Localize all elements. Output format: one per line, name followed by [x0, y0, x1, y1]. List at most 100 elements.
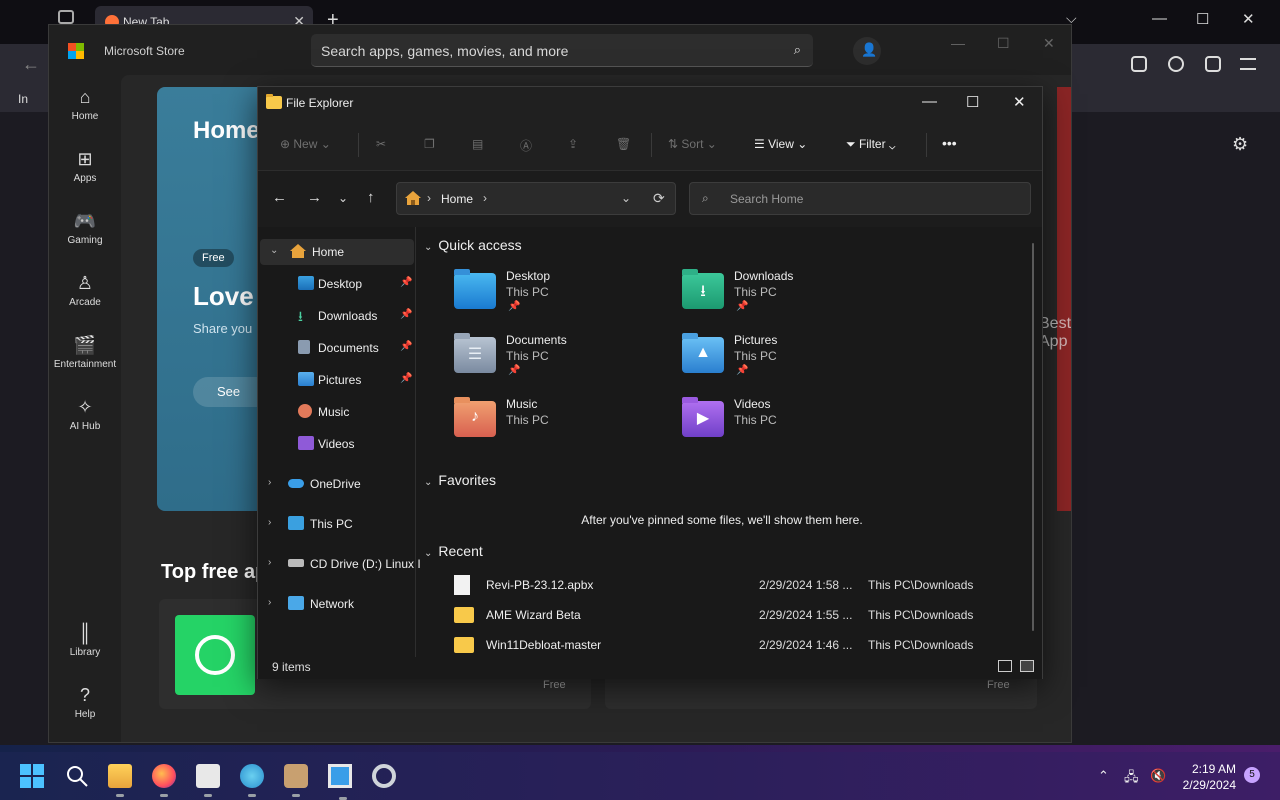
close-button[interactable]: ✕ [1242, 10, 1255, 28]
tab-list-button[interactable] [58, 10, 74, 24]
nav-gaming[interactable]: 🎮 Gaming [49, 209, 121, 246]
nav-help[interactable]: ? Help [49, 683, 121, 720]
tiles-view-icon[interactable] [1020, 660, 1034, 672]
nav-documents[interactable]: Documents 📌 [258, 335, 416, 361]
quick-access-videos[interactable]: ▶ Videos This PC [682, 397, 882, 451]
nav-pictures[interactable]: Pictures 📌 [258, 367, 416, 393]
music-folder-icon: ♪ [454, 397, 496, 437]
store-close-button[interactable]: ✕ [1043, 35, 1055, 52]
minimize-button[interactable]: — [1152, 10, 1167, 27]
details-view-icon[interactable] [998, 660, 1012, 672]
vertical-scrollbar[interactable] [1032, 243, 1034, 631]
nav-arcade[interactable]: ♙ Arcade [49, 271, 121, 308]
app-window-taskbar-icon[interactable] [328, 764, 352, 800]
view-button[interactable]: ☰ View ⌄ [754, 137, 807, 151]
nav-onedrive[interactable]: › OneDrive [258, 471, 416, 497]
package-taskbar-icon[interactable] [284, 764, 308, 797]
nav-network[interactable]: › Network [258, 591, 416, 617]
expand-chevron-icon[interactable]: › [268, 477, 271, 488]
recent-header[interactable]: ⌄ Recent [424, 543, 483, 559]
settings-gear-taskbar-icon[interactable] [372, 764, 396, 788]
taskbar-search-icon[interactable] [65, 764, 89, 788]
explorer-maximize-button[interactable]: ☐ [966, 93, 979, 111]
cut-icon[interactable]: ✂ [376, 137, 386, 151]
file-explorer-taskbar-icon[interactable] [108, 764, 132, 797]
recent-row[interactable]: Revi-PB-23.12.apbx 2/29/2024 1:58 ... Th… [454, 575, 1034, 597]
section-label: Recent [438, 543, 483, 559]
quick-access-desktop[interactable]: Desktop This PC 📌 [454, 269, 654, 323]
up-arrow-icon[interactable]: ↑ [367, 189, 375, 206]
copy-icon[interactable]: ❐ [424, 137, 435, 151]
nav-videos[interactable]: Videos [258, 431, 416, 457]
pocket-icon[interactable] [1131, 56, 1147, 72]
top-free-heading: Top free ap [161, 561, 268, 583]
recent-location: This PC\Downloads [868, 638, 974, 652]
nav-downloads[interactable]: ⭳ Downloads 📌 [258, 303, 416, 329]
expand-chevron-icon[interactable]: › [268, 557, 271, 568]
extensions-icon[interactable] [1205, 56, 1221, 72]
explorer-close-button[interactable]: ✕ [1013, 93, 1026, 111]
store-minimize-button[interactable]: — [951, 35, 965, 51]
quick-access-music[interactable]: ♪ Music This PC [454, 397, 654, 451]
search-icon[interactable]: ⌕ [794, 42, 801, 58]
store-maximize-button[interactable]: ☐ [997, 35, 1010, 52]
nav-home[interactable]: ⌄ Home [260, 239, 414, 265]
bookmark-item[interactable]: In [18, 92, 28, 106]
rename-icon[interactable]: Ⓐ [520, 137, 532, 154]
nav-entertainment[interactable]: 🎬 Entertainment [49, 333, 121, 370]
paste-icon[interactable]: ▤ [472, 137, 483, 151]
account-button[interactable]: 👤 [853, 37, 881, 65]
nav-this-pc[interactable]: › This PC [258, 511, 416, 537]
notification-badge[interactable]: 5 [1244, 767, 1260, 783]
quick-access-documents[interactable]: ☰ Documents This PC 📌 [454, 333, 654, 387]
explorer-minimize-button[interactable]: — [922, 93, 937, 110]
start-windows-icon[interactable] [20, 764, 44, 788]
nav-apps[interactable]: ⊞ Apps [49, 147, 121, 184]
expand-chevron-icon[interactable]: › [268, 597, 271, 608]
nav-cd-drive[interactable]: › CD Drive (D:) Linux I [258, 551, 421, 577]
nav-library[interactable]: ║ Library [49, 621, 121, 658]
address-dropdown-icon[interactable]: ⌄ [621, 191, 631, 205]
quick-access-pictures[interactable]: ▲ Pictures This PC 📌 [682, 333, 882, 387]
back-arrow-icon[interactable]: ← [272, 189, 287, 206]
expand-chevron-icon[interactable]: › [268, 517, 271, 528]
quick-access-downloads[interactable]: ⭳ Downloads This PC 📌 [682, 269, 882, 323]
clock[interactable]: 2:19 AM 2/29/2024 [1180, 761, 1236, 793]
promo-card[interactable] [1057, 87, 1071, 511]
delete-icon[interactable]: 🗑 [616, 137, 631, 151]
nav-music[interactable]: Music [258, 399, 416, 425]
settings-gear-icon[interactable]: ⚙ [1232, 134, 1248, 155]
nav-desktop[interactable]: Desktop 📌 [258, 271, 416, 297]
firefox-taskbar-icon[interactable] [152, 764, 176, 797]
quick-access-header[interactable]: ⌄ Quick access [424, 237, 522, 253]
show-hidden-icons-chevron-icon[interactable]: ⌃ [1098, 768, 1109, 784]
breadcrumb[interactable]: Home [441, 192, 473, 206]
address-bar[interactable]: › Home › ⌄ ⟳ [396, 182, 676, 215]
volume-muted-icon[interactable]: 🔇 [1150, 768, 1166, 784]
sort-button[interactable]: ⇅ Sort ⌄ [668, 137, 717, 151]
share-icon[interactable]: ⇪ [568, 137, 578, 151]
store-taskbar-icon[interactable] [196, 764, 220, 797]
nav-ai-hub[interactable]: ✧ AI Hub [49, 395, 121, 432]
network-tray-icon[interactable]: 🖧 [1124, 768, 1139, 790]
forward-arrow-icon[interactable]: → [307, 189, 322, 206]
expand-chevron-icon[interactable]: ⌄ [270, 245, 278, 256]
search-box[interactable]: ⌕ Search Home [689, 182, 1031, 215]
nav-label: Home [71, 111, 99, 122]
browser-globe-taskbar-icon[interactable] [240, 764, 264, 797]
filter-button[interactable]: ⏷ Filter ⌄ [846, 137, 895, 152]
recent-row[interactable]: Win11Debloat-master 2/29/2024 1:46 ... T… [454, 635, 1034, 657]
account-icon[interactable] [1168, 56, 1184, 72]
more-options-button[interactable]: ••• [942, 135, 957, 151]
new-button[interactable]: ⊕ New ⌄ [280, 137, 331, 151]
breadcrumb-separator[interactable]: › [483, 191, 487, 205]
back-button[interactable]: ← [22, 54, 40, 75]
store-search-input[interactable]: Search apps, games, movies, and more ⌕ [311, 34, 813, 67]
recent-row[interactable]: AME Wizard Beta 2/29/2024 1:55 ... This … [454, 605, 1034, 627]
menu-icon[interactable] [1240, 58, 1256, 70]
nav-home[interactable]: ⌂ Home [49, 85, 121, 122]
recent-locations-icon[interactable]: ⌄ [338, 191, 348, 205]
maximize-button[interactable]: ☐ [1196, 10, 1209, 28]
favorites-header[interactable]: ⌄ Favorites [424, 472, 496, 488]
refresh-icon[interactable]: ⟳ [653, 190, 665, 207]
